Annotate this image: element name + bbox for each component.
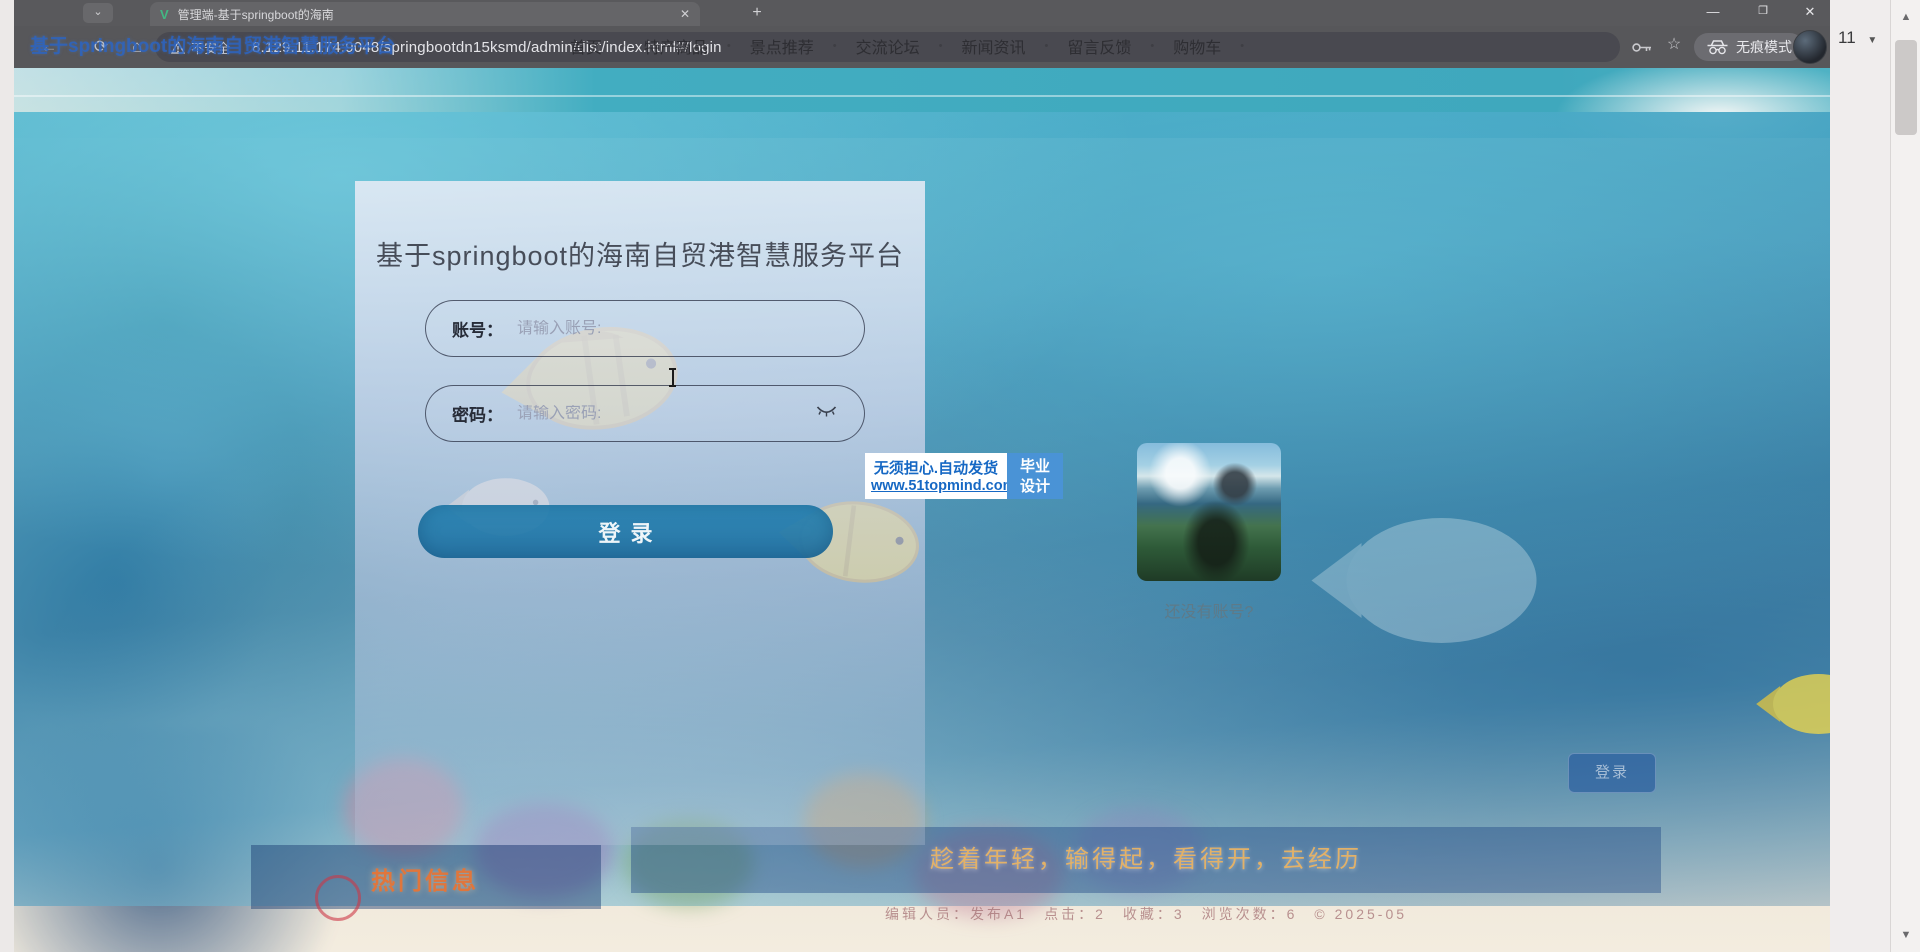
window-close-button[interactable]: ✕: [1790, 0, 1830, 24]
horizon-line-decoration: [14, 95, 1830, 97]
screenshot-viewer: ⌄ V 管理端-基于springboot的海南 ✕ + — ❐ ✕ ← ⟳ ⌂ …: [0, 0, 1920, 952]
login-card: 基于springboot的海南自贸港智慧服务平台 账号： 密码： 登录: [355, 181, 925, 845]
hot-info-banner: 热门信息: [251, 845, 601, 909]
watermark-text: 无须担心.自动发货 www.51topmind.com: [865, 453, 1007, 499]
warning-icon: [171, 41, 185, 54]
login-button[interactable]: 登录: [418, 505, 833, 558]
account-label: 账号：: [452, 316, 503, 341]
new-tab-button[interactable]: +: [745, 3, 769, 23]
account-field[interactable]: 账号：: [425, 300, 865, 357]
viewer-side-strip: 11 ▼ ▲ ▼: [1830, 0, 1920, 952]
nav-item[interactable]: 留言反馈: [1056, 34, 1142, 58]
site-nav: 首页 • 特产商品 • 景点推荐 • 交流论坛 • 新闻资讯 • 留言反馈 • 购物车 •: [559, 34, 1252, 58]
tab-favicon-icon: V: [160, 7, 169, 22]
password-field[interactable]: 密码：: [425, 385, 865, 442]
window-maximize-button[interactable]: ❐: [1743, 0, 1783, 24]
reload-icon[interactable]: ⟳: [88, 35, 114, 59]
watermark-badge: 毕业 设计: [1007, 453, 1063, 499]
nav-separator-dot: •: [833, 40, 837, 52]
circle-decoration: [315, 875, 361, 921]
landscape-thumbnail[interactable]: [1137, 443, 1281, 581]
password-visibility-icon[interactable]: [816, 405, 838, 423]
viewer-page-number: 11: [1838, 28, 1856, 47]
tab-close-icon[interactable]: ✕: [680, 7, 690, 21]
caret-down-icon: ▼: [1867, 35, 1877, 46]
password-label: 密码：: [452, 401, 503, 426]
footer-meta-text: 编辑人员：发布A1 点击：2 收藏：3 浏览次数：6 © 2025-05: [631, 904, 1661, 924]
page-content: 热门信息 趁着年轻，输得起，看得开，去经历 编辑人员：发布A1 点击：2 收藏：…: [14, 68, 1830, 952]
watermark-line1: 无须担心.自动发货: [871, 457, 1001, 478]
nav-item[interactable]: 购物车: [1162, 34, 1232, 58]
back-icon[interactable]: ←: [36, 35, 62, 59]
password-input[interactable]: [517, 405, 816, 423]
profile-avatar[interactable]: [1793, 30, 1827, 64]
key-icon[interactable]: [1631, 41, 1653, 59]
security-label: 不安全: [191, 38, 230, 57]
bookmark-star-icon[interactable]: ☆: [1662, 34, 1686, 54]
chevron-down-icon: ⌄: [93, 6, 102, 18]
nav-item[interactable]: 交流论坛: [845, 34, 931, 58]
nav-item[interactable]: 首页: [559, 34, 613, 58]
window-minimize-button[interactable]: —: [1693, 0, 1733, 24]
nav-separator-dot: •: [1045, 40, 1049, 52]
account-input[interactable]: [517, 320, 838, 338]
browser-window: ⌄ V 管理端-基于springboot的海南 ✕ + — ❐ ✕ ← ⟳ ⌂ …: [14, 0, 1830, 952]
viewer-page-selector[interactable]: 11 ▼: [1838, 28, 1877, 48]
home-icon[interactable]: ⌂: [124, 35, 150, 59]
nav-item[interactable]: 新闻资讯: [951, 34, 1037, 58]
nav-separator-dot: •: [1150, 40, 1154, 52]
nav-separator-dot: •: [621, 40, 625, 52]
watermark-ad[interactable]: 无须担心.自动发货 www.51topmind.com 毕业 设计: [865, 453, 1063, 499]
side-login-button[interactable]: 登录: [1568, 753, 1656, 793]
scrollbar-thumb[interactable]: [1895, 40, 1917, 135]
nav-item[interactable]: 特产商品: [633, 34, 719, 58]
fish-icon: [1749, 663, 1830, 745]
tab-list-button[interactable]: ⌄: [83, 3, 113, 23]
scroll-up-icon[interactable]: ▲: [1897, 8, 1915, 26]
watermark-badge-line2: 设计: [1007, 477, 1063, 497]
tab-title: 管理端-基于springboot的海南: [178, 6, 672, 23]
nav-item[interactable]: 景点推荐: [739, 34, 825, 58]
tab-strip: ⌄ V 管理端-基于springboot的海南 ✕ + — ❐ ✕: [14, 0, 1830, 26]
nav-separator-dot: •: [1240, 40, 1244, 52]
login-title: 基于springboot的海南自贸港智慧服务平台: [355, 234, 925, 273]
incognito-icon: [1706, 40, 1729, 55]
incognito-label: 无痕模式: [1736, 37, 1792, 57]
security-chip[interactable]: 不安全: [171, 38, 230, 57]
nav-separator-dot: •: [939, 40, 943, 52]
viewer-scrollbar[interactable]: ▲ ▼: [1890, 0, 1920, 952]
fish-icon: [1279, 503, 1564, 658]
incognito-badge: 无痕模式: [1694, 33, 1804, 61]
watermark-badge-line1: 毕业: [1007, 457, 1063, 477]
nav-separator-dot: •: [727, 40, 731, 52]
register-link[interactable]: 还没有账号?: [1124, 598, 1294, 622]
hot-info-title: 热门信息: [371, 861, 479, 896]
browser-tab[interactable]: V 管理端-基于springboot的海南 ✕: [150, 2, 700, 26]
scroll-down-icon[interactable]: ▼: [1897, 926, 1915, 944]
watermark-url: www.51topmind.com: [871, 478, 1001, 494]
